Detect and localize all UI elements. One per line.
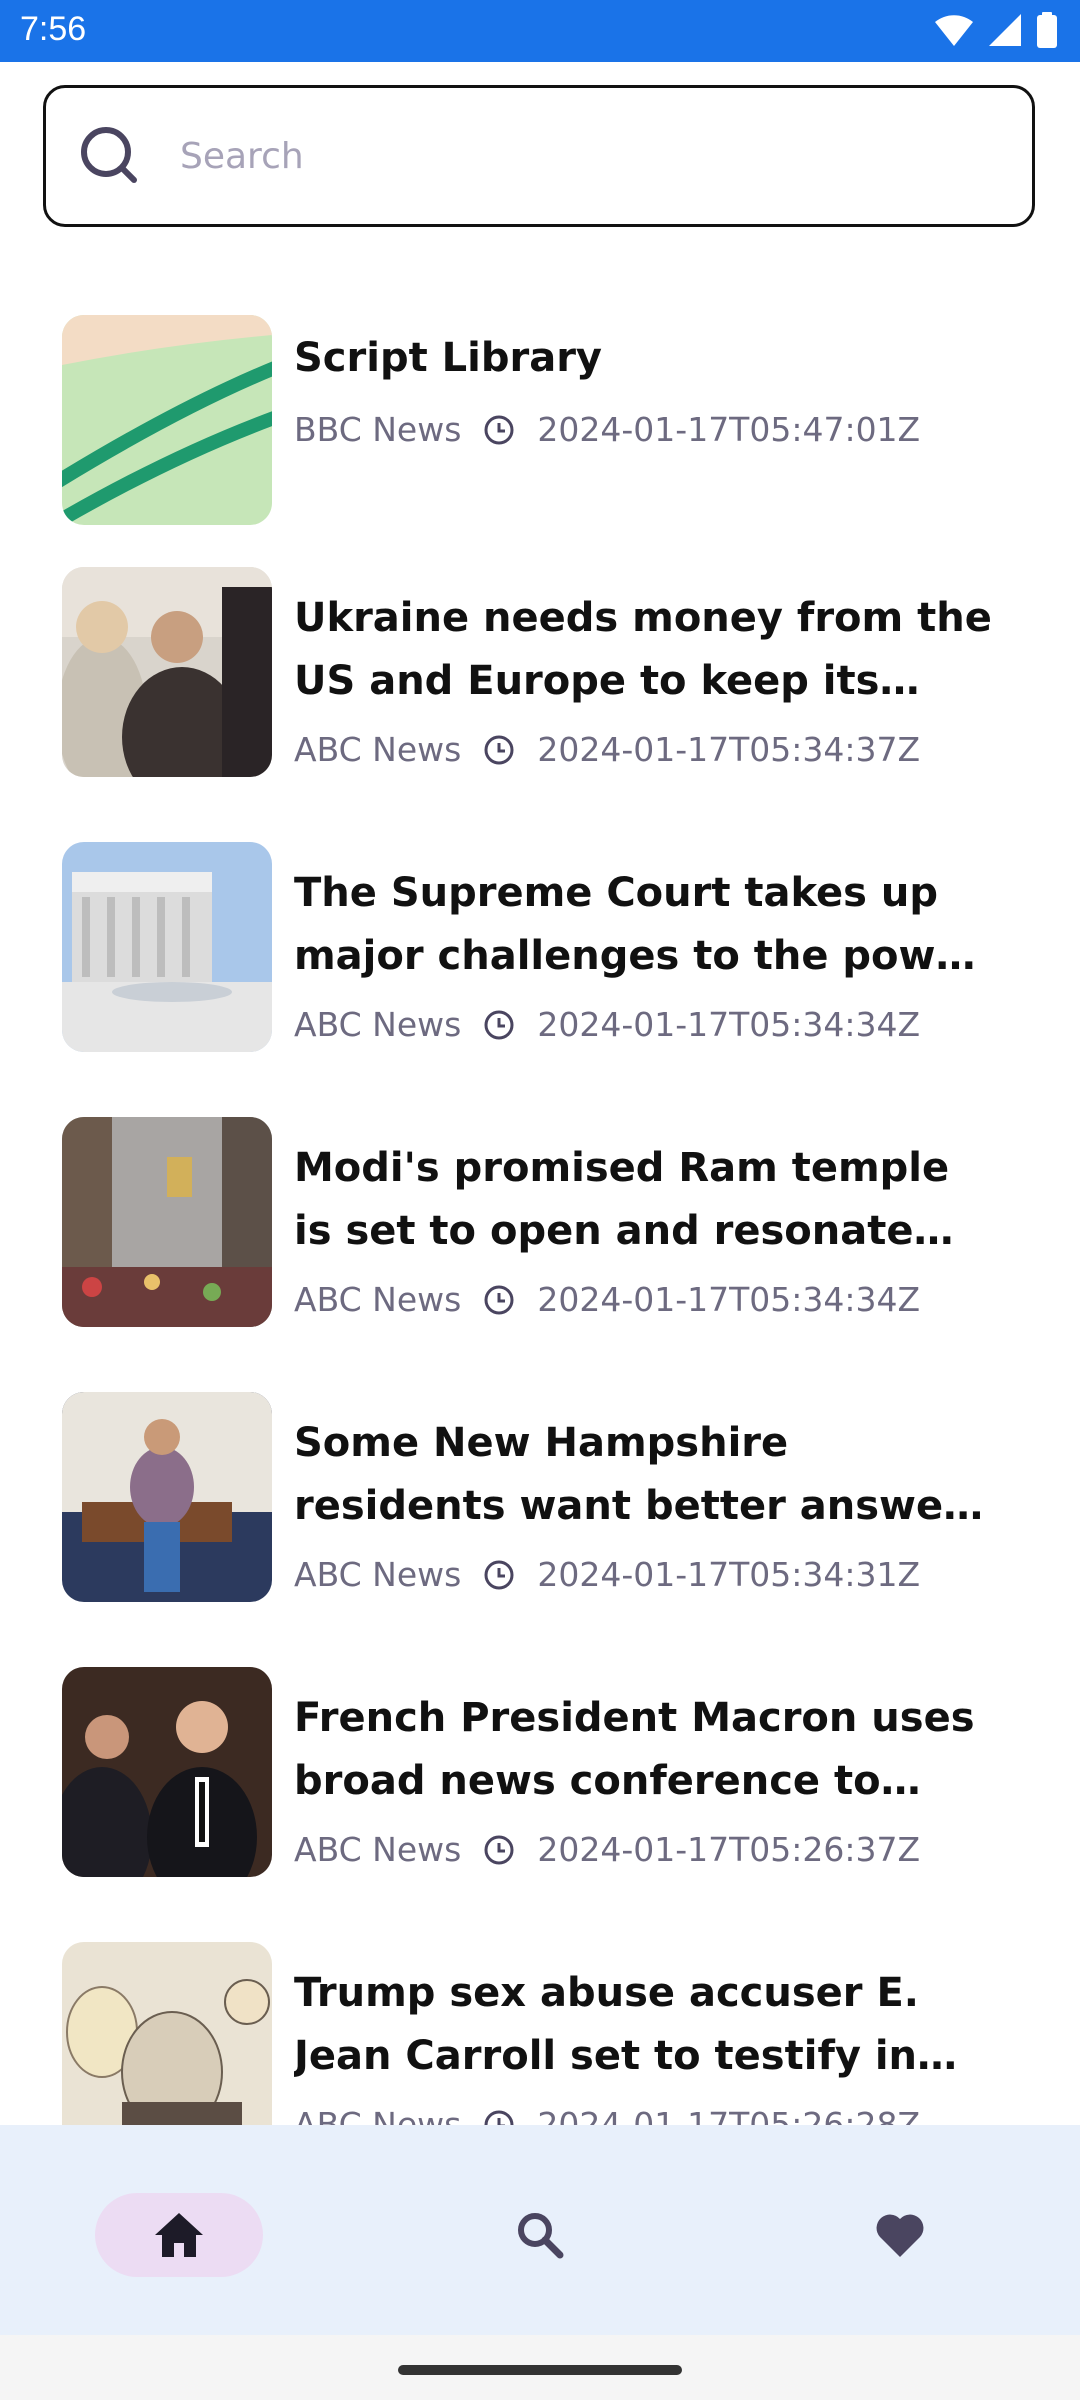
article-title: Script Library: [294, 335, 602, 381]
article-meta: ABC News 2024-01-17T05:34:34Z: [294, 1280, 920, 1319]
article-title: Some New Hampshire residents want better…: [294, 1420, 987, 1529]
article-source: BBC News: [294, 410, 462, 449]
search-input[interactable]: [178, 134, 982, 178]
news-list-item[interactable]: Some New Hampshire residents want better…: [62, 1392, 1012, 1602]
article-thumbnail: [62, 1117, 272, 1327]
news-list-item[interactable]: The Supreme Court takes up major challen…: [62, 842, 1012, 1052]
clock-icon: [484, 735, 514, 764]
gesture-navigation-area: [0, 2335, 1080, 2400]
clock-icon: [484, 1560, 514, 1589]
article-source: ABC News: [294, 730, 462, 769]
news-list-item[interactable]: Trump sex abuse accuser E. Jean Carroll …: [62, 1942, 1012, 2125]
article-source: ABC News: [294, 1005, 462, 1044]
article-source: ABC News: [294, 1555, 462, 1594]
bottom-navigation: [0, 2125, 1080, 2335]
gesture-handle[interactable]: [398, 2365, 682, 2375]
article-title: Ukraine needs money from the US and Euro…: [294, 595, 992, 704]
article-meta: ABC News 2024-01-17T05:34:37Z: [294, 730, 920, 769]
article-thumbnail: [62, 1667, 272, 1877]
article-thumbnail: [62, 567, 272, 777]
search-icon: [518, 2213, 564, 2259]
article-title: French President Macron uses broad news …: [294, 1695, 975, 1804]
clock-icon: [484, 2110, 514, 2125]
clock-icon: [484, 1010, 514, 1039]
news-list-item[interactable]: Script Library BBC News 2024-01-17T05:47…: [62, 315, 1012, 525]
article-thumbnail: [62, 1942, 272, 2125]
article-source: ABC News: [294, 2105, 462, 2125]
news-list: Script Library BBC News 2024-01-17T05:47…: [0, 0, 1080, 2125]
news-list-item[interactable]: Ukraine needs money from the US and Euro…: [62, 567, 1012, 777]
article-timestamp: 2024-01-17T05:26:28Z: [537, 2105, 921, 2125]
news-list-item[interactable]: French President Macron uses broad news …: [62, 1667, 1012, 1877]
article-timestamp: 2024-01-17T05:34:34Z: [537, 1005, 921, 1044]
clock-icon: [484, 1835, 514, 1864]
article-thumbnail: [62, 842, 272, 1052]
news-list-item[interactable]: Modi's promised Ram temple is set to ope…: [62, 1117, 1012, 1327]
article-title: Modi's promised Ram temple is set to ope…: [294, 1145, 950, 1254]
heart-icon: [876, 2214, 924, 2257]
article-timestamp: 2024-01-17T05:26:37Z: [537, 1830, 921, 1869]
article-meta: ABC News 2024-01-17T05:34:31Z: [294, 1555, 920, 1594]
article-meta: ABC News 2024-01-17T05:34:34Z: [294, 1005, 920, 1044]
article-timestamp: 2024-01-17T05:34:31Z: [537, 1555, 921, 1594]
article-title: Trump sex abuse accuser E. Jean Carroll …: [294, 1970, 919, 2079]
article-timestamp: 2024-01-17T05:47:01Z: [537, 410, 921, 449]
search-bar[interactable]: [43, 85, 1035, 227]
article-source: ABC News: [294, 1280, 462, 1319]
article-meta: BBC News 2024-01-17T05:47:01Z: [294, 410, 920, 449]
clock-icon: [484, 415, 514, 444]
nav-favorites[interactable]: [816, 2193, 984, 2277]
article-timestamp: 2024-01-17T05:34:37Z: [537, 730, 921, 769]
nav-home[interactable]: [95, 2193, 263, 2277]
article-meta: ABC News 2024-01-17T05:26:37Z: [294, 1830, 920, 1869]
article-timestamp: 2024-01-17T05:34:34Z: [537, 1280, 921, 1319]
home-icon: [155, 2213, 203, 2257]
article-thumbnail: [62, 315, 272, 525]
article-thumbnail: [62, 1392, 272, 1602]
article-source: ABC News: [294, 1830, 462, 1869]
nav-search[interactable]: [456, 2193, 624, 2277]
search-icon: [81, 127, 137, 183]
article-meta: ABC News 2024-01-17T05:26:28Z: [294, 2105, 920, 2125]
clock-icon: [484, 1285, 514, 1314]
article-title: The Supreme Court takes up major challen…: [294, 870, 983, 979]
